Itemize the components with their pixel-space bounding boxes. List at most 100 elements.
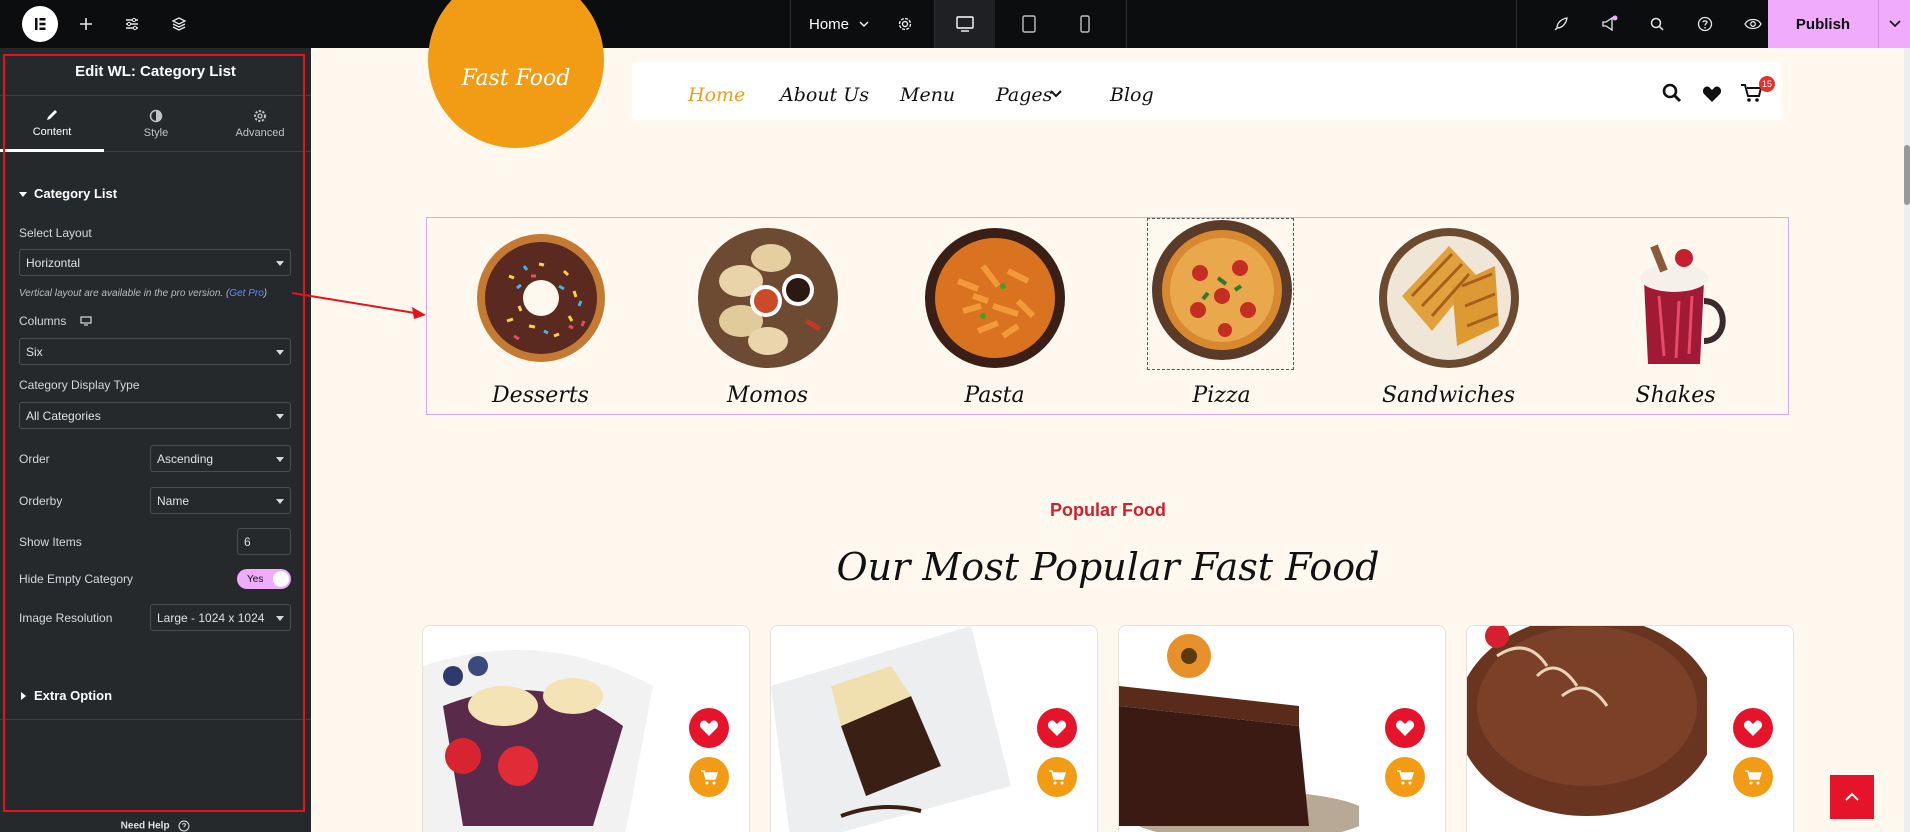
tab-label: Style [143, 127, 169, 139]
order-label: Order [19, 452, 50, 466]
search-icon[interactable] [1662, 83, 1682, 103]
wishlist-button[interactable] [689, 708, 729, 748]
topbar-tools [1516, 0, 1768, 48]
pro-note: Vertical layout are available in the pro… [19, 288, 267, 299]
image-res-dropdown[interactable]: Large - 1024 x 1024 [150, 604, 291, 631]
pasta-image [924, 228, 1065, 368]
tab-advanced[interactable]: Advanced [208, 96, 312, 152]
columns-label: Columns [19, 314, 67, 328]
category-item-shakes[interactable]: Shakes [1562, 218, 1789, 416]
tablet-icon [1022, 15, 1036, 33]
tab-label: Advanced [235, 127, 285, 139]
add-to-cart-button[interactable] [1385, 757, 1425, 797]
need-help-link[interactable]: Need Help [0, 820, 311, 832]
add-to-cart-button[interactable] [1037, 757, 1077, 797]
category-list-section-toggle[interactable]: Category List [19, 186, 117, 201]
wishlist-button[interactable] [1385, 708, 1425, 748]
launch-button[interactable] [1547, 10, 1575, 38]
category-item-desserts[interactable]: Desserts [427, 218, 654, 416]
add-element-button[interactable] [72, 10, 100, 38]
caret-icon [276, 457, 284, 462]
help-circle-icon [178, 820, 190, 832]
site-settings-button[interactable] [118, 10, 146, 38]
gear-icon [254, 110, 266, 122]
category-name: Sandwiches [1381, 383, 1516, 408]
get-pro-link[interactable]: Get Pro [229, 288, 263, 299]
columns-dropdown[interactable]: Six [19, 338, 291, 365]
order-value: Ascending [157, 451, 214, 466]
finder-button[interactable] [1643, 10, 1671, 38]
panel-tabs: Content Style Advanced [0, 96, 311, 152]
cake-slice-image [771, 626, 1011, 832]
category-name: Shakes [1635, 383, 1716, 408]
scroll-to-top-button[interactable] [1830, 775, 1874, 819]
rocket-icon [1554, 17, 1568, 31]
publish-options-button[interactable] [1878, 0, 1910, 48]
nav-home[interactable]: Home [688, 84, 745, 106]
heart-icon[interactable] [1702, 85, 1722, 103]
wishlist-button[interactable] [1733, 708, 1773, 748]
display-type-label: Category Display Type [19, 378, 140, 392]
nav-blog[interactable]: Blog [1110, 84, 1154, 106]
help-button[interactable] [1691, 10, 1719, 38]
nav-menu[interactable]: Menu [900, 84, 955, 106]
desktop-view-button[interactable] [935, 0, 995, 48]
mobile-view-button[interactable] [1055, 0, 1115, 48]
cart-icon [1049, 770, 1066, 785]
add-to-cart-button[interactable] [1733, 757, 1773, 797]
canvas-scroll-thumb[interactable] [1904, 145, 1910, 205]
cart-icon [701, 770, 718, 785]
tablet-view-button[interactable] [999, 0, 1059, 48]
image-res-label: Image Resolution [19, 611, 113, 625]
popular-kicker: Popular Food [1050, 500, 1166, 520]
editor-panel: Edit WL: Category List Content Style Adv… [0, 48, 311, 832]
product-card[interactable] [1118, 625, 1446, 832]
nav-about-us[interactable]: About Us [780, 84, 869, 106]
sandwich-image [1378, 228, 1519, 368]
preview-button[interactable] [1739, 10, 1767, 38]
extra-option-section-toggle[interactable]: Extra Option [19, 688, 112, 703]
tab-label: Content [32, 125, 72, 138]
columns-label-row: Columns [19, 314, 92, 328]
display-type-dropdown[interactable]: All Categories [19, 402, 291, 429]
mobile-icon [1080, 15, 1090, 33]
page-settings-dropdown[interactable]: Home [790, 0, 935, 48]
product-card[interactable] [1466, 625, 1794, 832]
eye-icon [1744, 18, 1762, 30]
wishlist-button[interactable] [1037, 708, 1077, 748]
search-icon [1650, 17, 1664, 31]
tab-style[interactable]: Style [104, 96, 208, 152]
pencil-icon [47, 109, 57, 120]
page-name: Home [809, 15, 850, 33]
category-item-pasta[interactable]: Pasta [881, 218, 1108, 416]
whats-new-button[interactable] [1595, 10, 1623, 38]
caret-icon [276, 261, 284, 266]
gear-icon[interactable] [897, 16, 913, 32]
publish-button[interactable]: Publish [1768, 0, 1878, 48]
category-list-widget[interactable]: Desserts Momos Pasta Pizza Sandwiches Sh… [426, 217, 1789, 415]
caret-down-icon [19, 191, 27, 197]
select-layout-value: Horizontal [26, 255, 81, 270]
category-name: Pizza [1192, 383, 1251, 408]
nav-pages[interactable]: Pages [996, 84, 1052, 106]
product-card[interactable] [770, 625, 1098, 832]
help-circle-icon [1697, 16, 1713, 32]
section-title: Category List [34, 186, 118, 201]
category-item-sandwiches[interactable]: Sandwiches [1335, 218, 1562, 416]
tab-content[interactable]: Content [0, 96, 104, 152]
product-card[interactable] [422, 625, 750, 832]
plus-icon [80, 18, 92, 30]
heart-icon [1395, 720, 1415, 736]
elementor-logo-button[interactable] [22, 6, 58, 42]
desktop-icon[interactable] [80, 316, 92, 326]
caret-icon [276, 616, 284, 621]
heart-icon [1047, 720, 1067, 736]
structure-button[interactable] [165, 10, 193, 38]
category-name: Desserts [492, 383, 589, 408]
add-to-cart-button[interactable] [689, 757, 729, 797]
select-layout-dropdown[interactable]: Horizontal [19, 249, 291, 276]
contrast-icon [149, 109, 163, 123]
pro-note-text: Vertical layout are available in the pro… [19, 288, 230, 299]
category-item-momos[interactable]: Momos [654, 218, 881, 416]
order-dropdown[interactable]: Ascending [150, 445, 291, 472]
